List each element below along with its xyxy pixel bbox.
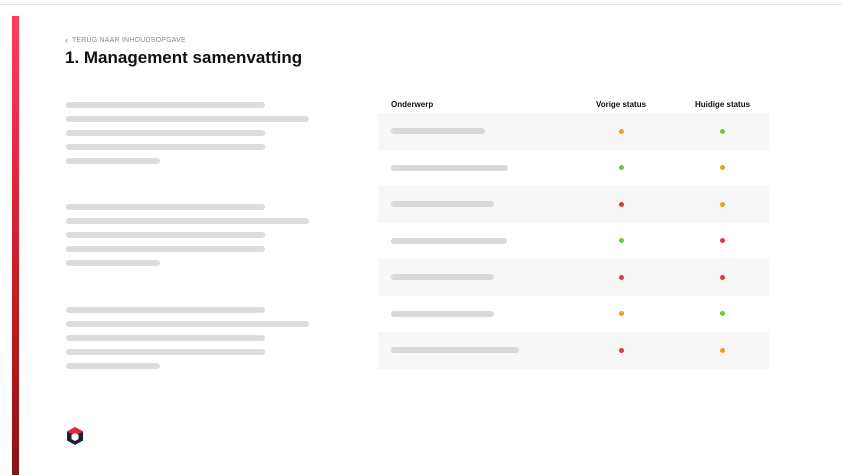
chevron-left-icon: ‹ [65, 36, 68, 45]
table-header: Onderwerp Vorige status Huidige status [378, 96, 769, 113]
status-dot-red [720, 274, 725, 280]
text-placeholder-line [66, 144, 265, 150]
previous-status-cell [566, 201, 676, 207]
text-placeholder-line [66, 246, 265, 252]
subject-cell [378, 128, 566, 135]
table-row [378, 296, 769, 333]
subject-placeholder-bar [391, 128, 485, 135]
subject-placeholder-bar [391, 347, 519, 354]
current-status-cell [676, 201, 769, 207]
table-row [378, 150, 769, 187]
text-placeholder-line [66, 335, 265, 341]
status-dot-green [618, 238, 624, 244]
subject-cell [378, 201, 566, 208]
back-to-contents-link[interactable]: ‹ TERUG NAAR INHOUDSOPGAVE [65, 36, 186, 45]
current-status-cell [676, 238, 769, 244]
text-placeholder-line [66, 102, 265, 108]
subject-cell [378, 274, 566, 281]
text-placeholder-line [66, 232, 265, 238]
status-dot-green [720, 311, 725, 317]
subject-placeholder-bar [391, 237, 507, 244]
current-status-cell [676, 274, 769, 280]
current-status-cell [676, 311, 769, 317]
current-status-cell [676, 128, 769, 134]
text-placeholder-line [66, 321, 309, 327]
back-link-label: TERUG NAAR INHOUDSOPGAVE [71, 37, 186, 44]
table-row [378, 259, 769, 296]
text-placeholder-line [66, 363, 160, 369]
subject-placeholder-bar [391, 164, 508, 171]
previous-status-cell [566, 274, 676, 280]
status-dot-red [720, 238, 725, 244]
status-dot-green [618, 165, 624, 171]
status-dot-orange [720, 201, 725, 207]
status-dot-orange [720, 347, 725, 353]
table-row [378, 186, 769, 223]
status-dot-orange [618, 128, 624, 134]
hexagon-logo-icon [67, 427, 83, 445]
status-table: Onderwerp Vorige status Huidige status [378, 96, 769, 369]
current-status-cell [676, 165, 769, 171]
previous-status-cell [566, 347, 676, 353]
table-row [378, 113, 769, 150]
top-divider [0, 4, 843, 5]
text-placeholder-line [66, 218, 309, 224]
text-placeholder-block [66, 102, 311, 172]
header-subject: Onderwerp [391, 100, 434, 109]
subject-cell [378, 237, 566, 244]
status-dot-orange [618, 311, 624, 317]
subject-cell [378, 164, 566, 171]
subject-placeholder-bar [391, 274, 494, 281]
text-placeholder-line [66, 158, 160, 164]
status-dot-orange [720, 165, 725, 171]
header-current-status: Huidige status [694, 100, 751, 109]
previous-status-cell [566, 311, 676, 317]
previous-status-cell [566, 238, 676, 244]
status-dot-red [618, 347, 624, 353]
text-placeholder-line [66, 307, 265, 313]
subject-placeholder-bar [391, 310, 494, 317]
text-placeholder-line [66, 116, 309, 122]
status-dot-red [618, 201, 624, 207]
page-title: 1. Management samenvatting [65, 48, 303, 67]
text-placeholder-line [66, 130, 265, 136]
header-previous-status: Vorige status [595, 100, 647, 109]
subject-placeholder-bar [391, 201, 494, 208]
current-status-cell [676, 347, 769, 353]
text-placeholder-line [66, 260, 160, 266]
accent-bar [12, 16, 19, 475]
previous-status-cell [566, 165, 676, 171]
subject-cell [378, 310, 566, 317]
table-row [378, 332, 769, 369]
previous-status-cell [566, 128, 676, 134]
table-body [378, 113, 769, 369]
text-placeholder-block [66, 307, 311, 377]
status-dot-green [720, 128, 725, 134]
text-placeholder-line [66, 349, 265, 355]
subject-cell [378, 347, 566, 354]
text-placeholder-block [66, 204, 311, 274]
status-dot-red [618, 274, 624, 280]
text-placeholder-line [66, 204, 265, 210]
table-row [378, 223, 769, 260]
